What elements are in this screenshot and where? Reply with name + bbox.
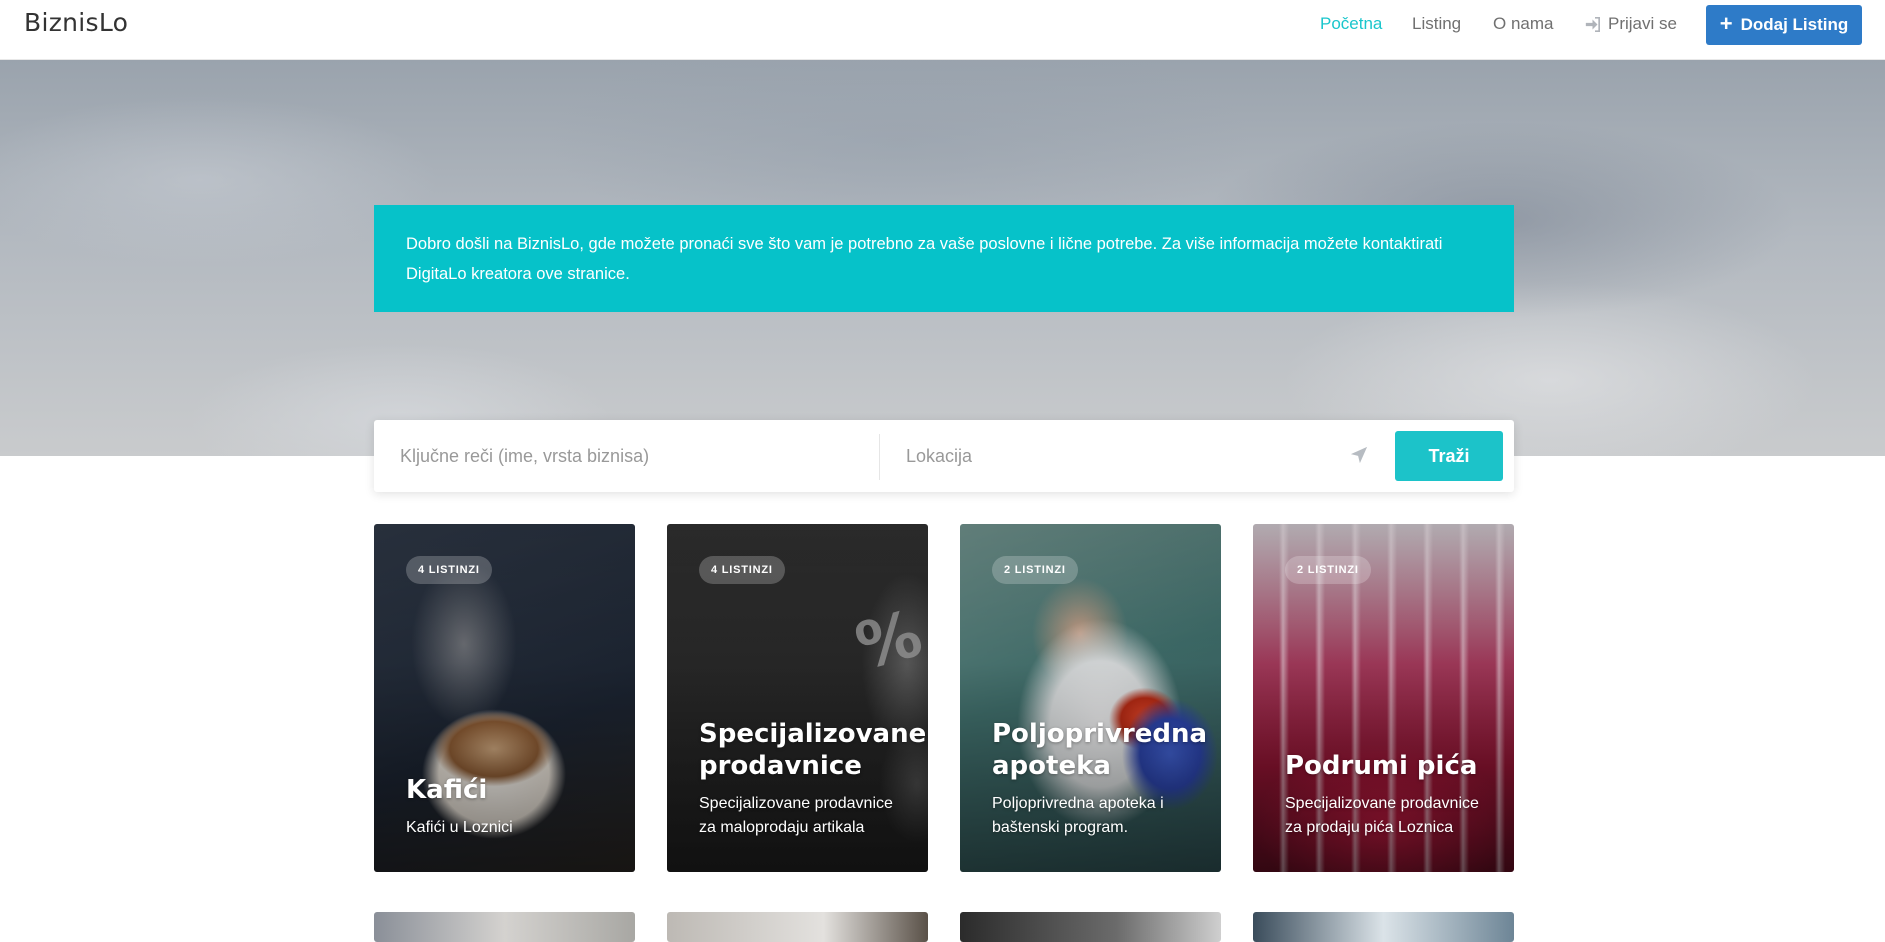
category-card-kafici[interactable]: 4 LISTINZI Kafići Kafići u Loznici <box>374 524 635 872</box>
card-title: Specijalizovane prodavnice <box>699 719 927 781</box>
card-text: Kafići Kafići u Loznici <box>406 774 617 840</box>
card-subtitle: Specijalizovane prodavnice za prodaju pi… <box>1285 795 1479 836</box>
listing-count-badge: 4 LISTINZI <box>699 556 785 584</box>
card-subtitle: Specijalizovane prodavnice za maloprodaj… <box>699 795 893 836</box>
search-bar: Traži <box>374 420 1514 492</box>
card-subtitle: Kafići u Loznici <box>406 819 513 836</box>
card-title: Podrumi pića <box>1285 751 1478 781</box>
card-text: Specijalizovane prodavnice Specijalizova… <box>699 718 927 840</box>
category-card-poljoprivredna-apoteka[interactable]: 2 LISTINZI Poljoprivredna apoteka Poljop… <box>960 524 1221 872</box>
category-card-row2-2[interactable] <box>667 912 928 942</box>
listing-count-badge: 2 LISTINZI <box>992 556 1078 584</box>
login-link[interactable]: Prijavi se <box>1584 14 1677 34</box>
listing-count-badge: 2 LISTINZI <box>1285 556 1371 584</box>
keywords-input[interactable] <box>400 436 860 476</box>
card-text: Poljoprivredna apoteka Poljoprivredna ap… <box>992 718 1208 840</box>
site-header: BiznisLo Početna Listing O nama Prijavi … <box>0 0 1885 60</box>
nav-item-pocetna[interactable]: Početna <box>1320 14 1382 34</box>
welcome-message: Dobro došli na BiznisLo, gde možete pron… <box>374 205 1514 312</box>
search-divider <box>879 434 880 480</box>
card-title: Kafići <box>406 775 488 805</box>
location-input[interactable] <box>906 436 1306 476</box>
category-card-podrumi-pica[interactable]: 2 LISTINZI Podrumi pića Specijalizovane … <box>1253 524 1514 872</box>
category-card-row2-1[interactable] <box>374 912 635 942</box>
category-card-row2-4[interactable] <box>1253 912 1514 942</box>
nav-item-o-nama[interactable]: O nama <box>1493 14 1553 34</box>
plus-icon: + <box>1719 11 1733 36</box>
site-logo[interactable]: BiznisLo <box>24 8 128 37</box>
category-card-specijalizovane-prodavnice[interactable]: % 4 LISTINZI Specijalizovane prodavnice … <box>667 524 928 872</box>
add-listing-label: Dodaj Listing <box>1740 15 1849 34</box>
card-subtitle: Poljoprivredna apoteka i baštenski progr… <box>992 795 1164 836</box>
login-label: Prijavi se <box>1608 14 1677 33</box>
category-card-row2-3[interactable] <box>960 912 1221 942</box>
location-arrow-icon[interactable] <box>1350 446 1368 464</box>
nav-item-listing[interactable]: Listing <box>1412 14 1461 34</box>
search-button[interactable]: Traži <box>1395 431 1503 481</box>
add-listing-button[interactable]: + Dodaj Listing <box>1706 5 1862 45</box>
sign-in-icon <box>1585 16 1600 32</box>
card-text: Podrumi pića Specijalizovane prodavnice … <box>1285 750 1496 840</box>
listing-count-badge: 4 LISTINZI <box>406 556 492 584</box>
card-title: Poljoprivredna apoteka <box>992 719 1208 781</box>
